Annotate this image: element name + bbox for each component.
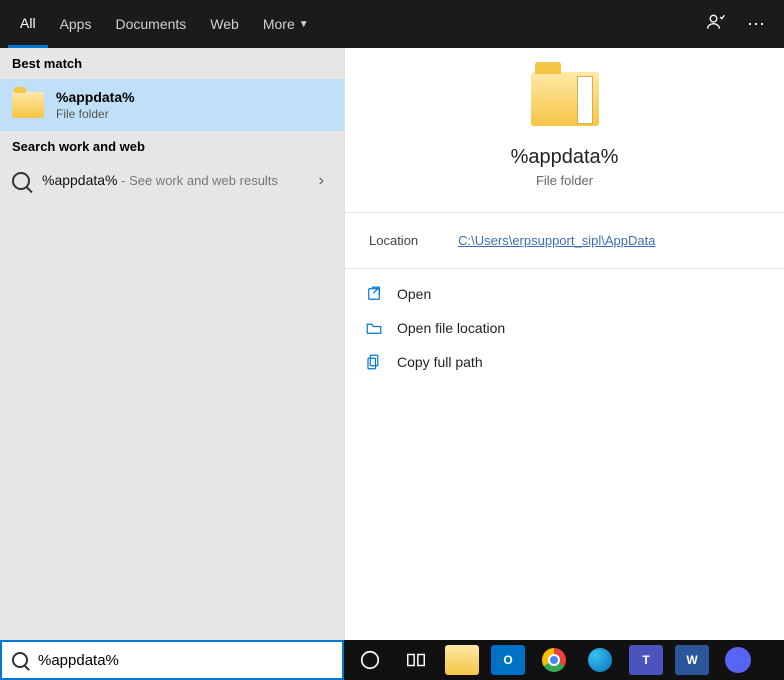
tab-more-label: More (263, 16, 295, 32)
action-open-file-location-label: Open file location (397, 320, 505, 336)
chevron-right-icon: › (319, 172, 332, 190)
tab-web[interactable]: Web (198, 0, 251, 48)
search-scope-tabs: All Apps Documents Web More ▼ ⋯ (0, 0, 784, 48)
folder-open-icon (365, 319, 383, 337)
taskbar-app-explorer[interactable] (442, 644, 482, 676)
result-subtitle: File folder (56, 107, 135, 121)
search-box[interactable] (0, 640, 344, 680)
taskbar-app-outlook[interactable]: O (488, 644, 528, 676)
taskbar: O T W (344, 640, 784, 680)
task-view-icon[interactable] (396, 644, 436, 676)
open-icon (365, 285, 383, 303)
preview-subtitle: File folder (536, 173, 593, 188)
taskbar-app-teams[interactable]: T (626, 644, 666, 676)
search-input[interactable] (38, 652, 332, 669)
web-query: %appdata% (42, 172, 118, 188)
chevron-down-icon: ▼ (299, 19, 309, 30)
folder-icon (12, 92, 44, 118)
best-match-result[interactable]: %appdata% File folder (0, 79, 344, 131)
best-match-header: Best match (0, 48, 344, 79)
folder-large-icon (531, 72, 599, 126)
more-options-icon[interactable]: ⋯ (736, 14, 776, 35)
action-open-file-location[interactable]: Open file location (365, 319, 764, 337)
action-copy-full-path-label: Copy full path (397, 354, 483, 370)
web-hint: - See work and web results (118, 173, 278, 188)
taskbar-app-edge[interactable] (580, 644, 620, 676)
tab-all[interactable]: All (8, 0, 48, 48)
cortana-icon[interactable] (350, 644, 390, 676)
action-open[interactable]: Open (365, 285, 764, 303)
search-icon (12, 172, 30, 190)
taskbar-app-word[interactable]: W (672, 644, 712, 676)
feedback-icon[interactable] (696, 12, 736, 37)
tab-documents[interactable]: Documents (103, 0, 198, 48)
preview-title: %appdata% (511, 146, 619, 169)
action-open-label: Open (397, 286, 431, 302)
taskbar-app-chrome[interactable] (534, 644, 574, 676)
search-web-header: Search work and web (0, 131, 344, 162)
preview-panel: %appdata% File folder Location C:\Users\… (344, 48, 784, 640)
web-search-result[interactable]: %appdata% - See work and web results › (0, 162, 344, 200)
location-path-link[interactable]: C:\Users\erpsupport_sipl\AppData (458, 233, 655, 248)
copy-icon (365, 353, 383, 371)
tab-apps[interactable]: Apps (48, 0, 104, 48)
search-icon (12, 652, 28, 668)
location-row: Location C:\Users\erpsupport_sipl\AppDat… (345, 212, 784, 269)
tab-more[interactable]: More ▼ (251, 0, 321, 48)
taskbar-app-discord[interactable] (718, 644, 758, 676)
location-label: Location (369, 233, 418, 248)
action-copy-full-path[interactable]: Copy full path (365, 353, 764, 371)
results-panel: Best match %appdata% File folder Search … (0, 48, 344, 640)
result-title: %appdata% (56, 89, 135, 105)
